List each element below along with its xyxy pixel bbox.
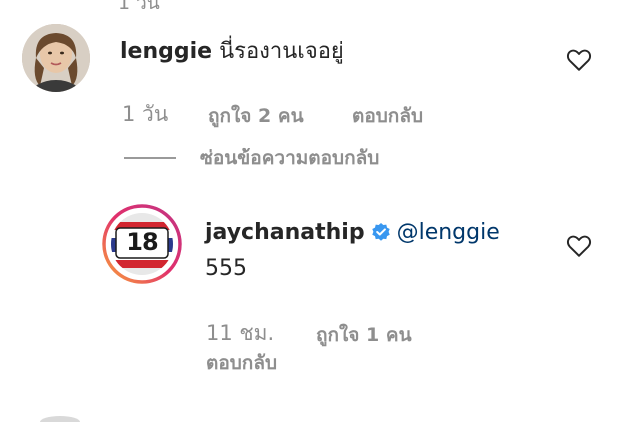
username-lenggie[interactable]: lenggie [120,39,212,64]
heart-outline-icon[interactable] [566,234,592,258]
next-comment-avatar [40,416,80,422]
previous-comment-time: 1 วัน [118,0,160,14]
comment-time-lenggie: 1 วัน [122,102,169,126]
reply-button-lenggie[interactable]: ตอบกลับ [352,101,423,131]
comment-lenggie: lenggie นี่รองานเจอยู่ [120,33,344,68]
divider-line [124,157,176,159]
hide-replies-label: ซ่อนข้อความตอบกลับ [200,147,380,169]
verified-badge-icon [371,223,390,241]
like-count-jaychanathip[interactable]: ถูกใจ 1 คน [316,320,412,350]
comment-body-lenggie: นี่รองานเจอยู่ [219,39,344,64]
reply-button-jaychanathip[interactable]: ตอบกลับ [206,348,277,378]
instagram-comments-panel: 1 วัน lenggie นี่รองานเจอยู่ 1 วัน ถูกใจ… [0,0,640,422]
avatar-jaychanathip-number: 18 [126,228,158,256]
heart-outline-icon[interactable] [566,48,592,72]
username-jaychanathip[interactable]: jaychanathip [205,220,365,245]
like-count-lenggie[interactable]: ถูกใจ 2 คน [208,101,304,131]
mention-lenggie[interactable]: @lenggie [397,220,500,245]
comment-body-jaychanathip: 555 [205,256,247,281]
avatar-lenggie-image [22,24,90,92]
hide-replies-toggle[interactable]: ซ่อนข้อความตอบกลับ [124,143,379,173]
comment-time-jaychanathip: 11 ชม. [206,321,275,345]
avatar-lenggie[interactable] [22,24,90,92]
comment-jaychanathip: jaychanathip @lenggie [205,220,500,245]
